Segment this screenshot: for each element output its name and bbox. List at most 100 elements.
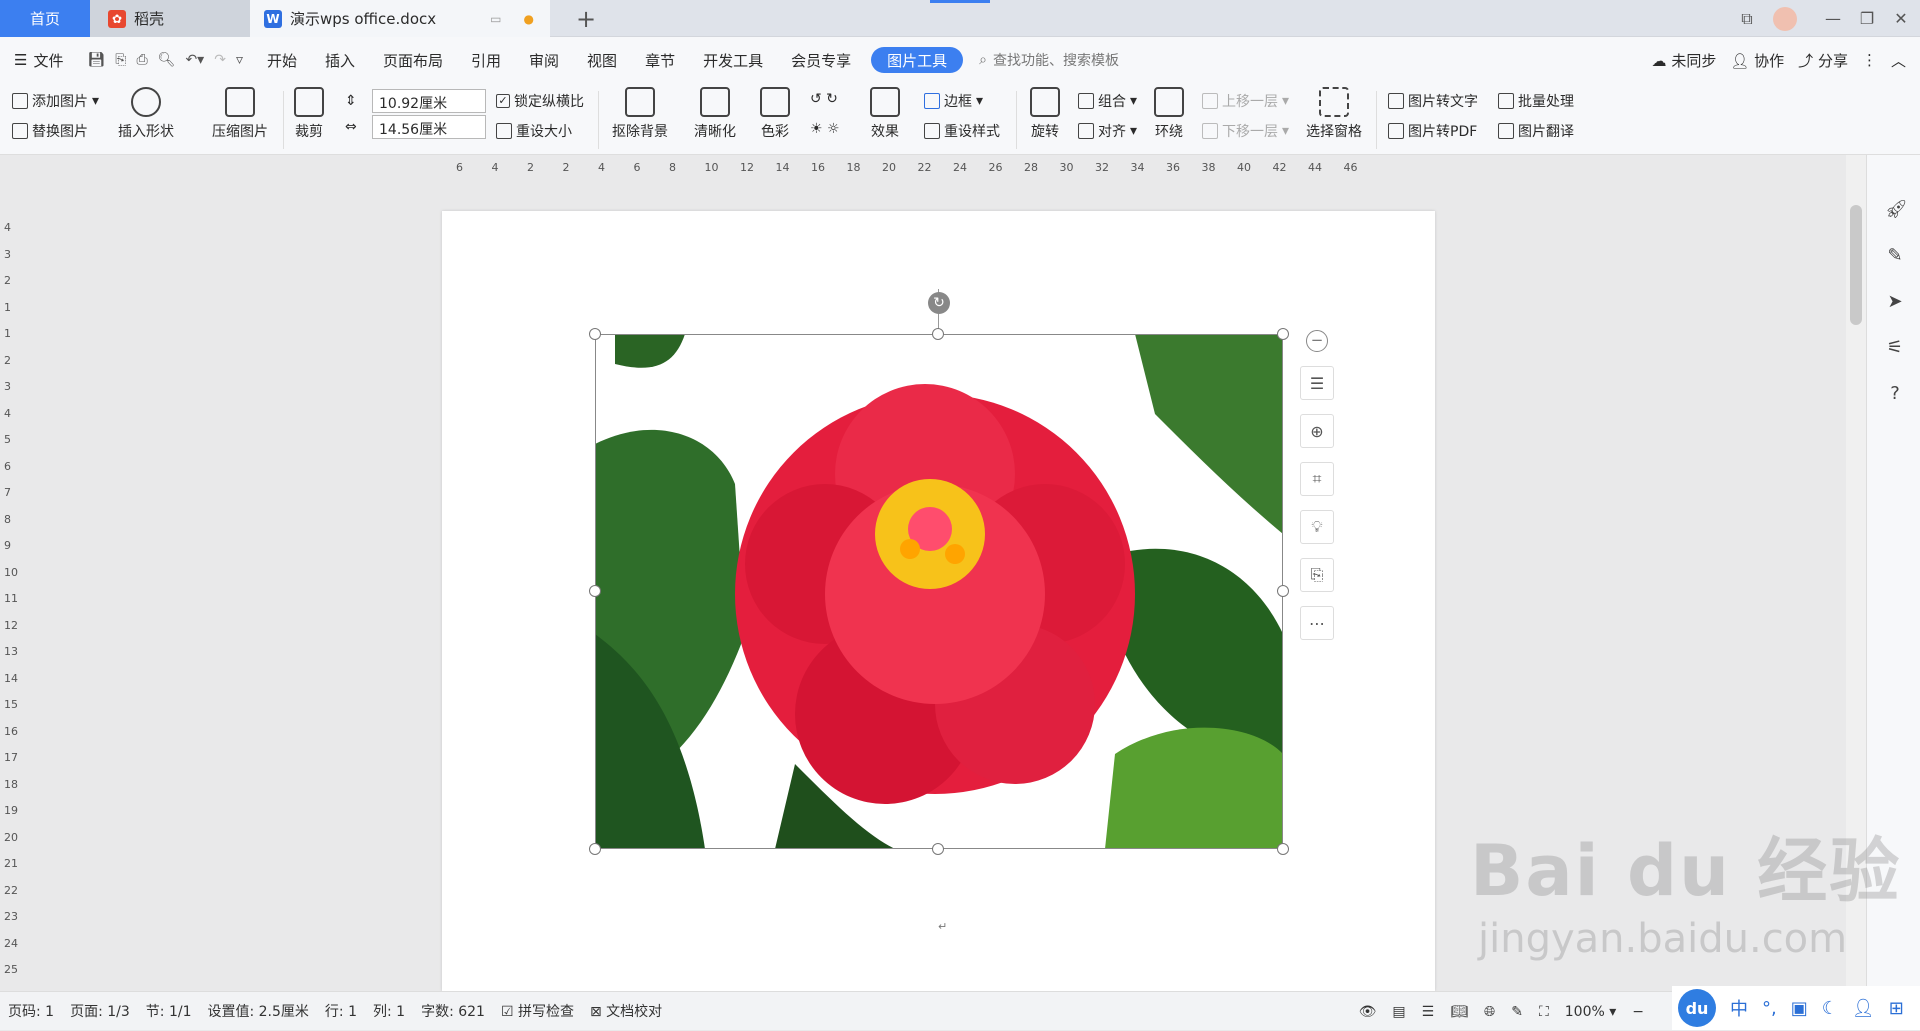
rotate-button[interactable]: 旋转 xyxy=(1030,87,1060,141)
tab-document[interactable]: W 演示wps office.docx ▭ ● xyxy=(250,0,550,37)
redo-icon[interactable]: ↷ xyxy=(214,52,226,68)
reading-view-icon[interactable]: 📖︎ xyxy=(1450,1004,1468,1020)
batch-button[interactable]: 批量处理 xyxy=(1498,91,1574,111)
new-tab-button[interactable]: + xyxy=(568,0,604,37)
color-button[interactable]: 色彩 xyxy=(760,87,790,141)
sync-button[interactable]: ☁ 未同步 xyxy=(1652,50,1717,71)
group-button[interactable]: 组合 ▾ xyxy=(1078,91,1137,111)
brightness-icon[interactable]: ☀ ☼ xyxy=(810,121,840,137)
ime-language[interactable]: 中 xyxy=(1730,995,1748,1021)
vertical-ruler[interactable]: 4 3 2 1 1 2 3 4 5 6 7 8 9 10 11 12 13 14 15 16 17 18 19 20 21 22 2… xyxy=(0,181,18,991)
horizontal-ruler[interactable]: 6 4 2 2 4 6 8 10 12 14 16 18 20 22 24 26 28 30 32 34 36 38 40 4… xyxy=(0,155,1920,181)
writing-mode-icon[interactable]: ✎ xyxy=(1511,1004,1523,1020)
reset-style-button[interactable]: 重设样式 xyxy=(924,121,1000,141)
cursor-icon[interactable]: ➤ xyxy=(1885,291,1905,312)
file-menu[interactable]: ☰ 文件 xyxy=(0,37,77,83)
grid-icon[interactable]: ⊞ xyxy=(1889,998,1904,1019)
wrap-button[interactable]: 环绕 xyxy=(1154,87,1184,141)
status-page[interactable]: 页面: 1/3 xyxy=(62,1001,138,1021)
width-field[interactable]: 14.56厘米 xyxy=(372,115,486,139)
settings-sliders-icon[interactable]: ⚟ xyxy=(1885,337,1905,358)
compress-button[interactable]: 压缩图片 xyxy=(212,87,268,141)
menu-member[interactable]: 会员专享 xyxy=(777,37,865,83)
moon-icon[interactable]: ☾ xyxy=(1822,998,1838,1019)
menu-review[interactable]: 审阅 xyxy=(515,37,573,83)
menu-section[interactable]: 章节 xyxy=(631,37,689,83)
rocket-icon[interactable]: 🚀︎ xyxy=(1885,199,1908,220)
border-button[interactable]: 边框 ▾ xyxy=(924,91,983,111)
print-icon[interactable]: ⎙ xyxy=(136,52,147,68)
save-icon[interactable]: 💾︎ xyxy=(87,52,105,68)
pic-to-pdf-button[interactable]: 图片转PDF xyxy=(1388,121,1477,141)
menu-start[interactable]: 开始 xyxy=(253,37,311,83)
resize-handle-mr[interactable] xyxy=(1277,585,1289,597)
rotate-handle-icon[interactable]: ↻ xyxy=(928,292,950,314)
menu-layout[interactable]: 页面布局 xyxy=(369,37,457,83)
resize-handle-br[interactable] xyxy=(1277,843,1289,855)
zoom-level[interactable]: 100% ▾ xyxy=(1565,1004,1617,1020)
remove-background-button[interactable]: 抠除背景 xyxy=(612,87,668,141)
tab-daoke[interactable]: ✿ 稻壳 xyxy=(90,0,250,37)
menu-developer[interactable]: 开发工具 xyxy=(689,37,777,83)
fit-page-icon[interactable]: ⛶ xyxy=(1539,1004,1549,1020)
help-icon[interactable]: ? xyxy=(1885,383,1905,404)
crop-tool-icon[interactable]: ⌗ xyxy=(1300,462,1334,496)
restore-button[interactable]: ❐ xyxy=(1852,0,1882,37)
collab-button[interactable]: 👤︎ 协作 xyxy=(1730,50,1784,71)
pen-icon[interactable]: ✎ xyxy=(1885,245,1905,266)
close-button[interactable]: ✕ xyxy=(1886,0,1916,37)
image-to-text-icon[interactable]: ⎘ xyxy=(1300,558,1334,592)
menu-view[interactable]: 视图 xyxy=(573,37,631,83)
outline-view-icon[interactable]: ☰ xyxy=(1422,1004,1435,1020)
more-menu-icon[interactable]: ⋮ xyxy=(1862,51,1877,69)
height-field[interactable]: 10.92厘米 xyxy=(372,89,486,113)
search-box[interactable]: ⌕ 查找功能、搜索模板 xyxy=(979,50,1119,70)
spell-check-button[interactable]: ☑ 拼写检查 xyxy=(493,1001,582,1021)
add-picture-button[interactable]: 添加图片 ▾ xyxy=(12,91,99,111)
selection-pane-button[interactable]: 选择窗格 xyxy=(1306,87,1362,141)
pic-to-text-button[interactable]: 图片转文字 xyxy=(1388,91,1478,111)
zoom-out-icon[interactable]: − xyxy=(1632,1004,1644,1020)
lock-ratio-checkbox[interactable]: ✓ 锁定纵横比 xyxy=(496,91,584,111)
rotate-left-icon[interactable]: ↺ ↻ xyxy=(810,91,838,107)
bring-forward-button[interactable]: 上移一层 ▾ xyxy=(1202,91,1289,111)
proofread-button[interactable]: ⊠ 文档校对 xyxy=(582,1001,670,1021)
minimize-button[interactable]: — xyxy=(1818,0,1848,37)
baidu-ime-logo[interactable]: du xyxy=(1678,989,1716,1027)
crop-button[interactable]: 裁剪 xyxy=(294,87,324,141)
resize-handle-bc[interactable] xyxy=(932,843,944,855)
web-view-icon[interactable]: 🌐︎ xyxy=(1484,1004,1495,1020)
effect-button[interactable]: 效果 xyxy=(870,87,900,141)
insert-shape-button[interactable]: 插入形状 xyxy=(118,87,174,141)
menu-reference[interactable]: 引用 xyxy=(457,37,515,83)
sharpen-button[interactable]: 清晰化 xyxy=(694,87,736,141)
eye-protection-icon[interactable]: 👁︎ xyxy=(1359,1004,1377,1020)
tab-home[interactable]: 首页 xyxy=(0,0,90,37)
punctuation-icon[interactable]: °, xyxy=(1762,998,1777,1019)
resize-handle-tl[interactable] xyxy=(589,328,601,340)
share-button[interactable]: ⤴ 分享 xyxy=(1798,50,1848,71)
print-preview-icon[interactable]: 🔍︎ xyxy=(158,52,176,68)
window-count-icon[interactable]: ⧉ xyxy=(1732,0,1762,37)
resize-handle-tr[interactable] xyxy=(1277,328,1289,340)
layout-options-icon[interactable]: ☰ xyxy=(1300,366,1334,400)
pic-translate-button[interactable]: 图片翻译 xyxy=(1498,121,1574,141)
toolbox-icon[interactable]: ▣ xyxy=(1791,998,1808,1019)
collapse-icon[interactable]: − xyxy=(1306,330,1328,352)
monitor-icon[interactable]: ▭ xyxy=(490,12,501,26)
undo-icon[interactable]: ↶▾ xyxy=(185,52,204,68)
menu-picture-tools[interactable]: 图片工具 xyxy=(871,47,964,73)
more-options-icon[interactable]: ⋯ xyxy=(1300,606,1334,640)
zoom-in-icon[interactable]: ⊕ xyxy=(1300,414,1334,448)
collapse-ribbon-icon[interactable]: ︿ xyxy=(1891,50,1906,71)
customize-icon[interactable]: ▿ xyxy=(236,52,243,68)
reset-size-button[interactable]: 重设大小 xyxy=(496,121,572,141)
align-button[interactable]: 对齐 ▾ xyxy=(1078,121,1137,141)
format-painter-icon[interactable]: ⎘ xyxy=(115,52,126,68)
resize-handle-ml[interactable] xyxy=(589,585,601,597)
status-words[interactable]: 字数: 621 xyxy=(413,1001,493,1021)
idea-bulb-icon[interactable]: 💡︎ xyxy=(1300,510,1334,544)
send-backward-button[interactable]: 下移一层 ▾ xyxy=(1202,121,1289,141)
avatar[interactable] xyxy=(1768,0,1802,37)
replace-picture-button[interactable]: 替换图片 xyxy=(12,121,88,141)
